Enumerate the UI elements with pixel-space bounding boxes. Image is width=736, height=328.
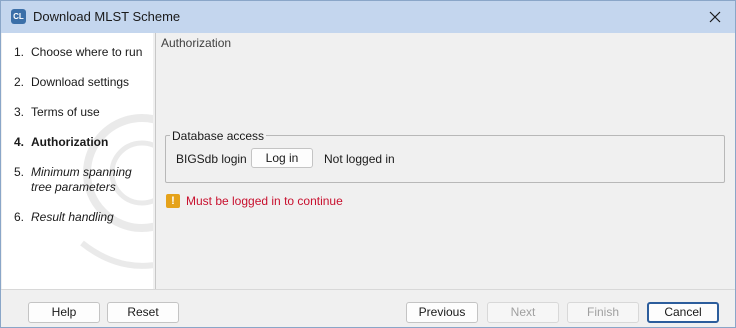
step-result-handling: 6. Result handling <box>14 210 114 224</box>
dialog-window: CL Download MLST Scheme 1. Choose where t… <box>0 0 736 328</box>
reset-button[interactable]: Reset <box>107 302 179 323</box>
finish-button[interactable]: Finish <box>567 302 639 323</box>
panel-title: Authorization <box>161 36 232 50</box>
validation-warning: ! Must be logged in to continue <box>166 194 343 208</box>
authorization-panel: Authorization Database access BIGSdb log… <box>155 33 734 289</box>
warning-icon: ! <box>166 194 180 208</box>
dialog-footer: Help Reset Previous Next Finish Cancel <box>1 289 735 327</box>
wizard-step-list: 1. Choose where to run 2. Download setting… <box>2 33 153 289</box>
cancel-button[interactable]: Cancel <box>647 302 719 323</box>
step-minimum-spanning-tree-parameters: 5. Minimum spanning tree parameters <box>14 165 132 194</box>
step-download-settings: 2. Download settings <box>14 75 130 89</box>
help-button[interactable]: Help <box>28 302 100 323</box>
previous-button[interactable]: Previous <box>406 302 478 323</box>
watermark-graphic <box>80 114 153 269</box>
step-terms-of-use: 3. Terms of use <box>14 105 100 119</box>
window-title: Download MLST Scheme <box>33 9 181 24</box>
next-button[interactable]: Next <box>487 302 559 323</box>
step-authorization: 4. Authorization <box>14 135 109 149</box>
title-bar: CL Download MLST Scheme <box>1 1 735 33</box>
bigsdb-login-label: BIGSdb login <box>176 152 247 166</box>
close-button[interactable] <box>695 1 735 33</box>
warning-text: Must be logged in to continue <box>186 194 343 208</box>
log-in-button[interactable]: Log in <box>251 148 313 168</box>
close-icon <box>709 11 721 23</box>
login-status-text: Not logged in <box>324 152 395 166</box>
app-icon: CL <box>11 9 26 24</box>
group-legend: Database access <box>170 129 267 143</box>
step-choose-where-to-run: 1. Choose where to run <box>14 45 143 59</box>
